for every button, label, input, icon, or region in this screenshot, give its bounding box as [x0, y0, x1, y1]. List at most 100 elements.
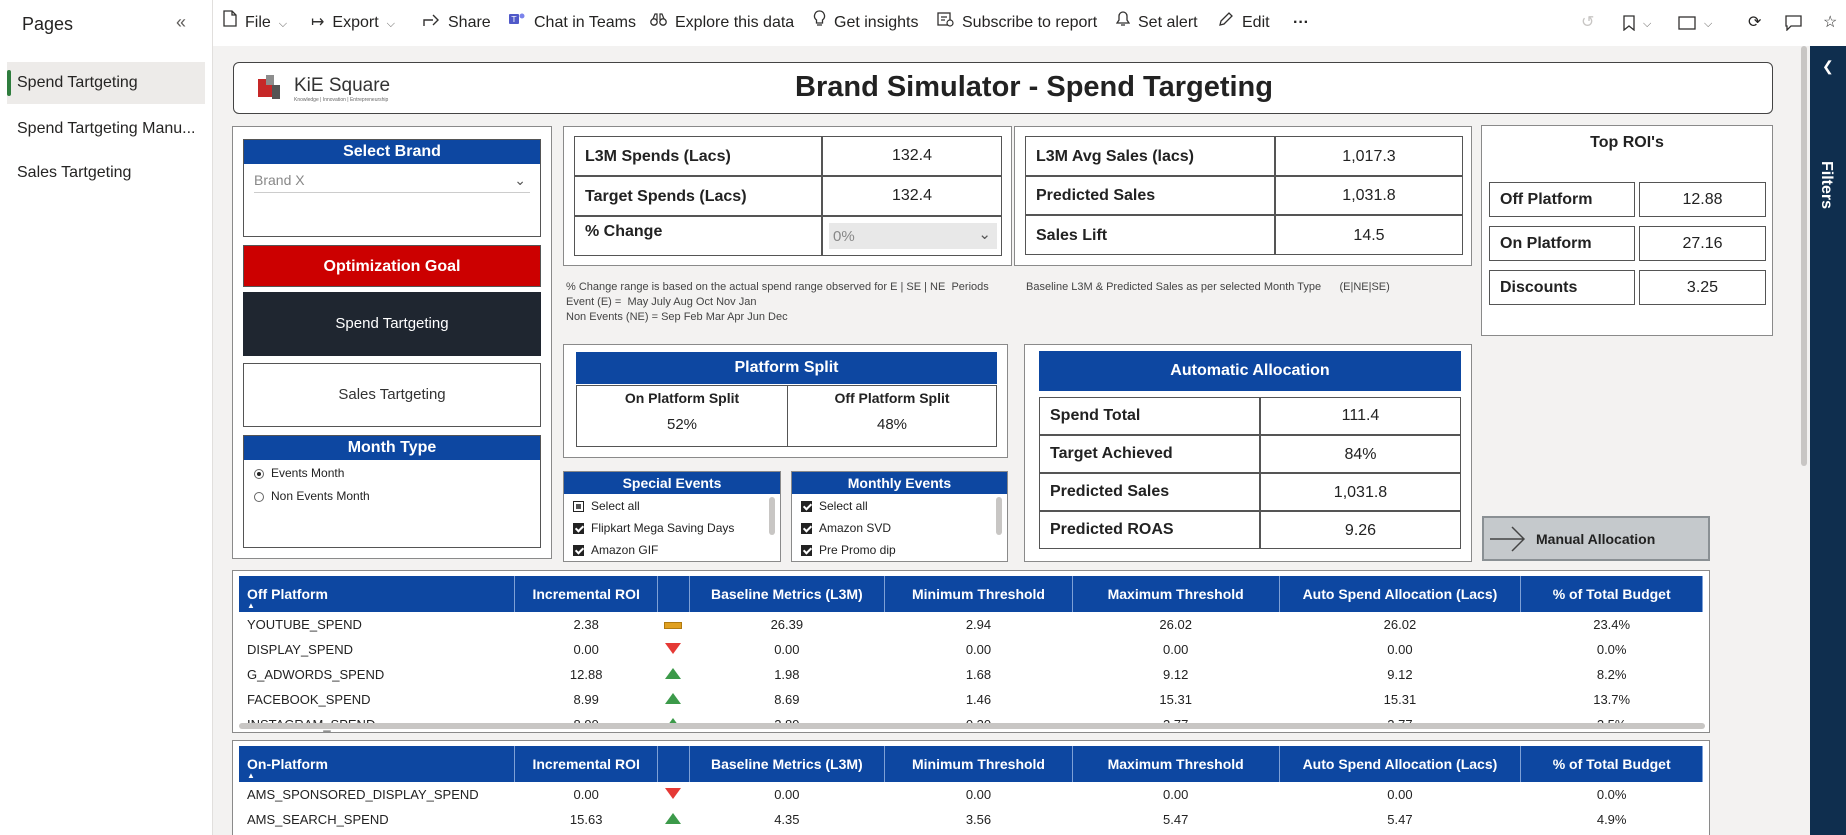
get-insights-button[interactable]: Get insights [813, 0, 918, 46]
svg-text:T: T [511, 15, 517, 24]
events-month-option[interactable]: Events Month [254, 466, 344, 480]
set-alert-button[interactable]: Set alert [1115, 0, 1198, 46]
column-header[interactable]: On-Platform ▲ [239, 746, 515, 782]
column-header[interactable]: Maximum Threshold [1072, 746, 1280, 782]
table-row[interactable]: DISPLAY_SPEND 0.00 0.00 0.00 0.00 0.00 0.0% [239, 637, 1703, 662]
special-events-item[interactable]: Flipkart Mega Saving Days [573, 521, 734, 535]
column-header[interactable]: Auto Spend Allocation (Lacs) [1279, 576, 1522, 612]
special-events-scrollbar[interactable] [769, 497, 775, 535]
manual-allocation-button[interactable]: Manual Allocation [1482, 516, 1710, 561]
chevron-down-icon: ⌵ [386, 18, 395, 30]
column-header[interactable]: Auto Spend Allocation (Lacs) [1279, 746, 1522, 782]
special-events-select-all[interactable]: Select all [573, 499, 640, 513]
column-header[interactable]: Baseline Metrics (L3M) [689, 746, 886, 782]
monthly-events-select-all[interactable]: Select all [801, 499, 868, 513]
chevron-down-icon: ⌄ [514, 172, 526, 188]
platform-split-title: Platform Split [576, 352, 997, 384]
filters-label: Filters [1818, 161, 1835, 210]
view-icon[interactable]: ⌵ [1678, 0, 1712, 46]
column-header[interactable]: Minimum Threshold [884, 746, 1073, 782]
page-item-spend-targeting-manual[interactable]: Spend Tartgeting Manu... [7, 108, 205, 150]
expand-filters-icon[interactable]: ❮ [1822, 58, 1834, 75]
table-row[interactable]: YOUTUBE_SPEND 2.38 26.39 2.94 26.02 26.02 23.4… [239, 612, 1703, 637]
special-events-item-label: Flipkart Mega Saving Days [591, 521, 735, 535]
off-platform-split-label: Off Platform Split [834, 390, 950, 406]
table-cell: 0.00 [1387, 642, 1413, 657]
predicted-sales-label: Predicted Sales [1025, 176, 1275, 215]
teams-icon: T [508, 0, 526, 46]
spend-total-value: 111.4 [1260, 397, 1461, 435]
comment-icon[interactable] [1785, 0, 1802, 46]
table-cell: 1.46 [965, 692, 992, 707]
favorite-icon[interactable]: ☆ [1823, 0, 1837, 46]
table-cell: 1.98 [774, 667, 800, 682]
table-row[interactable]: FACEBOOK_SPEND 8.99 8.69 1.46 15.31 15.31 13.7… [239, 687, 1703, 712]
table-cell: 0.00 [965, 787, 992, 802]
page-item-spend-targeting[interactable]: Spend Tartgeting [7, 62, 205, 104]
predicted-sales-alloc-label: Predicted Sales [1039, 473, 1260, 511]
table-cell: 23.4% [1593, 617, 1631, 632]
vertical-scrollbar[interactable] [1800, 46, 1808, 835]
share-button[interactable]: Share [423, 0, 491, 46]
month-type-slicer: Month Type Events Month Non Events Month [243, 435, 541, 548]
monthly-events-scrollbar[interactable] [996, 497, 1002, 535]
brand-dropdown[interactable]: Brand X ⌄ [254, 168, 530, 193]
explore-data-button[interactable]: Explore this data [650, 0, 794, 46]
column-header[interactable]: Maximum Threshold [1072, 576, 1280, 612]
chat-in-teams-button[interactable]: T Chat in Teams [508, 0, 636, 46]
special-events-item[interactable]: Amazon GIF [573, 543, 658, 557]
percent-change-dropdown[interactable]: 0% ⌄ [829, 223, 997, 249]
l3m-avg-sales-value: 1,017.3 [1275, 136, 1463, 176]
column-header-indicator[interactable] [657, 746, 690, 782]
kie-logo-icon [258, 75, 288, 101]
target-spends-value[interactable]: 132.4 [822, 176, 1002, 216]
more-options-button[interactable]: ··· [1293, 0, 1309, 46]
column-header[interactable]: Incremental ROI [514, 576, 659, 612]
table-cell: 0.00 [965, 642, 992, 657]
bookmark-icon[interactable]: ⌵ [1623, 0, 1651, 46]
table-cell: 0.0% [1596, 642, 1627, 657]
predicted-roas-value: 9.26 [1260, 511, 1461, 549]
column-header[interactable]: Minimum Threshold [884, 576, 1073, 612]
monthly-events-item[interactable]: Amazon SVD [801, 521, 891, 535]
trend-down-icon [665, 788, 682, 799]
table-cell: 15.31 [1159, 692, 1192, 707]
off-platform-table: Off Platform ▲ Incremental ROI Baseline Met… [232, 570, 1710, 733]
sales-targeting-button[interactable]: Sales Tartgeting [243, 363, 541, 427]
pages-title: Pages [22, 14, 74, 34]
file-icon [223, 0, 237, 46]
export-menu[interactable]: ↦ Export ⌵ [311, 0, 395, 46]
page-item-sales-targeting[interactable]: Sales Tartgeting [7, 152, 205, 194]
lightbulb-icon [813, 0, 826, 46]
table-row[interactable]: AMS_SPONSORED_DISPLAY_SPEND 0.00 0.00 0.00 0… [239, 782, 1703, 807]
column-header[interactable]: Baseline Metrics (L3M) [689, 576, 886, 612]
logo-text: KiE Square [294, 75, 391, 96]
month-type-label: Month Type [244, 436, 540, 460]
table-row[interactable]: AMS_SEARCH_SPEND 15.63 4.35 3.56 5.47 5.47 4.9… [239, 807, 1703, 832]
refresh-icon[interactable]: ⟳ [1748, 0, 1761, 46]
column-header[interactable]: Incremental ROI [514, 746, 659, 782]
column-header[interactable]: % of Total Budget [1520, 576, 1703, 612]
off-table-scrollbar[interactable] [239, 723, 1705, 729]
table-cell: 1.68 [965, 667, 992, 682]
table-cell: FACEBOOK_SPEND [247, 692, 371, 707]
column-header[interactable]: % of Total Budget [1520, 746, 1703, 782]
radio-selected-icon [254, 468, 264, 479]
sort-ascending-icon: ▲ [247, 601, 255, 610]
undo-icon: ↺ [1581, 14, 1595, 31]
trend-up-icon [665, 668, 682, 679]
table-cell: 9.12 [1163, 667, 1189, 682]
sales-lift-value: 14.5 [1275, 215, 1463, 255]
edit-button[interactable]: Edit [1218, 0, 1270, 46]
table-row[interactable]: G_ADWORDS_SPEND 12.88 1.98 1.68 9.12 9.12 8.2% [239, 662, 1703, 687]
monthly-events-item[interactable]: Pre Promo dip [801, 543, 896, 557]
subscribe-button[interactable]: Subscribe to report [937, 0, 1097, 46]
non-events-month-option[interactable]: Non Events Month [254, 489, 370, 503]
filters-pane[interactable]: ❮ Filters [1810, 46, 1846, 835]
column-header[interactable]: Off Platform ▲ [239, 576, 515, 612]
spend-targeting-button[interactable]: Spend Tartgeting [243, 292, 541, 356]
collapse-pages-icon[interactable]: « [176, 12, 186, 33]
file-menu[interactable]: File ⌵ [223, 0, 287, 46]
column-header-indicator[interactable] [657, 576, 690, 612]
arrow-right-icon [1488, 524, 1528, 559]
